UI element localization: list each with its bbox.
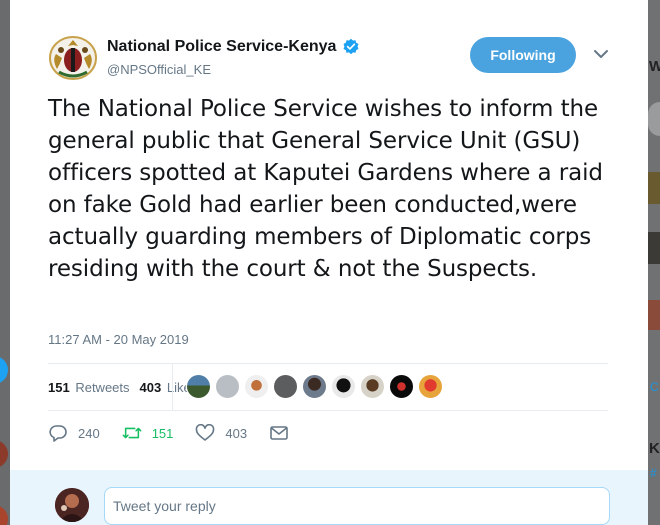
liker-avatar[interactable] (360, 374, 385, 399)
liker-avatar[interactable] (244, 374, 269, 399)
liker-avatars (186, 374, 447, 399)
tweet-timestamp[interactable]: 11:27 AM - 20 May 2019 (48, 332, 189, 347)
background-avatar (0, 356, 8, 384)
account-name[interactable]: National Police Service-Kenya (107, 38, 336, 56)
police-crest-logo (49, 36, 97, 80)
background-avatar (648, 172, 660, 204)
background-page-right: W C K # (648, 0, 660, 525)
divider (48, 410, 608, 411)
user-avatar-image (55, 488, 89, 522)
reply-input[interactable] (104, 487, 610, 525)
background-avatar (648, 102, 660, 136)
direct-message-action[interactable] (269, 424, 299, 442)
background-hashtag: # (650, 466, 657, 480)
retweets-count: 151 (48, 379, 70, 395)
liker-avatar[interactable] (215, 374, 240, 399)
tweet-header: National Police Service-Kenya @NPSOffici… (10, 0, 648, 90)
liker-avatar[interactable] (302, 374, 327, 399)
liker-avatar[interactable] (331, 374, 356, 399)
verified-badge-icon (343, 38, 359, 55)
reply-composer (10, 470, 648, 525)
reply-icon (49, 425, 67, 442)
account-handle[interactable]: @NPSOfficial_KE (107, 62, 211, 77)
reply-count: 240 (78, 425, 100, 441)
background-text: W (649, 58, 660, 75)
direct-message-icon (270, 426, 288, 440)
background-text: K (649, 440, 660, 457)
background-avatar (648, 300, 660, 330)
liker-avatar[interactable] (389, 374, 414, 399)
account-name-row: National Police Service-Kenya (107, 36, 360, 58)
account-avatar[interactable] (48, 36, 98, 80)
like-icon (196, 424, 215, 441)
background-avatar (0, 440, 8, 468)
likes-count: 403 (139, 379, 162, 395)
like-action[interactable]: 403 (195, 424, 247, 442)
tweet-actions: 240 151 403 (48, 421, 321, 445)
background-page-left (0, 0, 10, 525)
like-count: 403 (225, 425, 248, 441)
retweet-icon (122, 427, 142, 439)
retweet-action[interactable]: 151 (122, 424, 174, 442)
chevron-down-icon[interactable] (593, 48, 609, 60)
user-avatar[interactable] (55, 488, 89, 522)
background-link: C (650, 380, 659, 394)
tweet-text: The National Police Service wishes to in… (48, 96, 603, 282)
liker-avatar[interactable] (418, 374, 443, 399)
stats-separator (172, 364, 173, 410)
following-button[interactable]: Following (470, 37, 576, 73)
retweet-count: 151 (151, 425, 174, 441)
liker-avatar[interactable] (186, 374, 211, 399)
tweet-modal: National Police Service-Kenya @NPSOffici… (10, 0, 648, 525)
retweets-stat[interactable]: 151 Retweets (48, 380, 130, 395)
retweets-label: Retweets (75, 379, 130, 395)
background-avatar (0, 505, 8, 525)
background-avatar (648, 232, 660, 264)
liker-avatar[interactable] (273, 374, 298, 399)
reply-action[interactable]: 240 (48, 424, 100, 442)
